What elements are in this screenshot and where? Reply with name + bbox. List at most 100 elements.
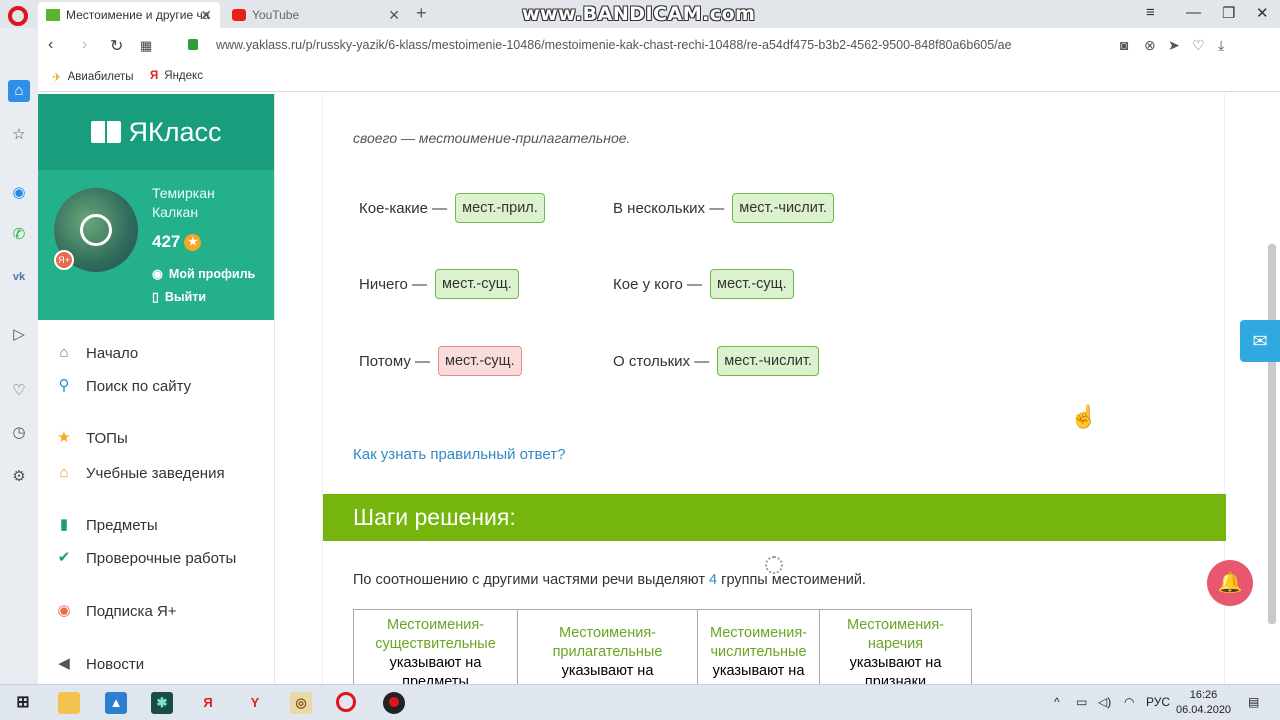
bookmark-aviabilety[interactable]: ✈ Авиабилеты	[52, 70, 134, 84]
home-icon[interactable]: ⌂	[8, 80, 30, 102]
answer-chip-correct[interactable]: мест.-прил.	[455, 193, 545, 223]
bookmark-label: Яндекс	[164, 70, 203, 82]
answer-chip-correct[interactable]: мест.-числит.	[732, 193, 834, 223]
network-icon[interactable]: ◠	[1124, 695, 1134, 709]
minimize-button[interactable]: —	[1186, 4, 1201, 21]
home-icon: ⌂	[59, 344, 69, 361]
book-logo-icon	[90, 121, 121, 143]
history-icon[interactable]: ◷	[8, 422, 30, 444]
menu-item-search[interactable]: ⚲ Поиск по сайту	[54, 376, 192, 396]
airplane-icon: ✈	[52, 72, 62, 84]
adblock-icon[interactable]: ⊗	[1144, 37, 1156, 54]
logout-link[interactable]: ▯ Выйти	[152, 289, 207, 305]
reload-icon[interactable]: ↻	[110, 36, 123, 56]
notification-center-icon[interactable]: ▤	[1248, 695, 1259, 709]
menu-label: Учебные заведения	[86, 464, 225, 482]
yaplus-icon: ◉	[57, 602, 71, 619]
favorites-icon[interactable]: ☆	[8, 124, 30, 146]
feedback-mail-button[interactable]: ✉	[1240, 320, 1280, 362]
star-icon: ★	[184, 233, 202, 251]
close-window-button[interactable]: ✕	[1256, 4, 1269, 22]
opera-taskbar-icon[interactable]	[336, 692, 356, 712]
camera-icon[interactable]: ◙	[1120, 37, 1128, 53]
time: 16:26	[1189, 689, 1218, 701]
url-field[interactable]: www.yaklass.ru/p/russky-yazik/6-klass/me…	[216, 38, 1012, 52]
close-tab-icon[interactable]: ✕	[200, 7, 212, 24]
app2-icon[interactable]: ◎	[290, 692, 312, 714]
app-icon[interactable]: ✱	[151, 692, 173, 714]
bookmark-heart-icon[interactable]: ♡	[1192, 37, 1205, 54]
check-circle-icon: ✔	[57, 549, 71, 566]
group-title: Местоимения-наречия	[846, 617, 945, 652]
send-icon[interactable]: ➤	[1168, 37, 1180, 54]
pair-word: Кое-какие —	[359, 199, 448, 217]
tab-yaklass[interactable]: Местоимение и другие ча ✕	[38, 2, 220, 28]
yandex-browser-icon[interactable]: Я	[197, 692, 219, 714]
answer-pair: О стольких — мест.-числит.	[613, 346, 819, 376]
maximize-button[interactable]: ❐	[1222, 4, 1235, 22]
steps-text: По соотношению с другими частями речи вы…	[353, 572, 866, 588]
book-icon: ▮	[59, 516, 69, 533]
file-explorer-icon[interactable]	[58, 692, 80, 714]
user-last-name: Калкан	[152, 204, 199, 220]
menu-label: Подписка Я+	[86, 602, 177, 620]
pair-word: Потому —	[359, 352, 430, 370]
star-icon: ★	[57, 429, 71, 446]
settings-gear-icon[interactable]: ⚙	[8, 466, 30, 488]
steps-text-after: группы местоимений.	[721, 572, 866, 588]
site-sidebar: ЯКласс Я+ Темиркан Калкан 427 ★ ◉ Мой пр…	[38, 94, 275, 684]
opera-logo-icon[interactable]	[8, 6, 28, 26]
tray-expand-icon[interactable]: ^	[1054, 695, 1060, 709]
back-icon[interactable]: ‹	[48, 36, 53, 54]
menu-item-tops[interactable]: ★ ТОПы	[54, 428, 127, 448]
pair-word: О стольких —	[613, 352, 710, 370]
volume-icon[interactable]: ◁)	[1098, 695, 1111, 709]
answer-chip-correct[interactable]: мест.-сущ.	[435, 269, 519, 299]
new-tab-button[interactable]: +	[416, 3, 427, 24]
logout-link-label: Выйти	[164, 289, 207, 304]
opera-sidebar: ⌂ ☆ ◉ ✆ vk ▷ ♡ ◷ ⚙	[0, 28, 38, 684]
how-to-know-link[interactable]: Как узнать правильный ответ?	[353, 446, 565, 463]
menu-label: Новости	[86, 655, 145, 673]
menu-item-home[interactable]: ⌂ Начало	[54, 343, 138, 363]
tab-youtube[interactable]: YouTube ✕	[224, 2, 408, 28]
group-title: Местоимения-прилагательные	[552, 625, 663, 660]
bookmark-yandex[interactable]: Я Яндекс	[150, 70, 203, 82]
language-indicator[interactable]: РУС	[1146, 695, 1170, 709]
tray-app-icon[interactable]: ▭	[1076, 695, 1087, 709]
page-scrollbar[interactable]	[1268, 244, 1276, 624]
download-icon[interactable]: ⤓	[1218, 37, 1224, 54]
heart-icon[interactable]: ♡	[8, 380, 30, 402]
user-panel: Я+ Темиркан Калкан 427 ★ ◉ Мой профиль ▯…	[38, 170, 274, 320]
profile-link[interactable]: ◉ Мой профиль	[152, 266, 255, 282]
menu-item-subjects[interactable]: ▮ Предметы	[54, 515, 158, 535]
photos-icon[interactable]: ▲	[105, 692, 127, 714]
messenger-icon[interactable]: ◉	[8, 182, 30, 204]
menu-item-subscription[interactable]: ◉ Подписка Я+	[54, 601, 177, 621]
answer-chip-correct[interactable]: мест.-числит.	[717, 346, 819, 376]
flow-icon[interactable]: ▷	[8, 324, 30, 346]
main-content: своего — местоимение-прилагательное. Кое…	[322, 94, 1226, 699]
whatsapp-icon[interactable]: ✆	[8, 224, 30, 246]
speed-dial-icon[interactable]: ▦	[140, 38, 152, 54]
answer-chip-correct[interactable]: мест.-сущ.	[709, 269, 794, 299]
windows-start-icon[interactable]: ⊞	[12, 692, 34, 714]
hand-cursor-icon: ☝	[1070, 404, 1098, 429]
close-tab-icon[interactable]: ✕	[388, 7, 400, 24]
menu-item-tests[interactable]: ✔ Проверочные работы	[54, 548, 237, 568]
notification-bell-button[interactable]: 🔔	[1207, 560, 1253, 606]
menu-item-news[interactable]: ◀ Новости	[54, 654, 144, 674]
answer-chip-wrong[interactable]: мест.-сущ.	[438, 346, 522, 376]
forward-icon[interactable]: ›	[82, 36, 87, 54]
taskbar-clock[interactable]: 16:26 06.04.2020	[1176, 688, 1231, 718]
vk-icon[interactable]: vk	[8, 266, 30, 288]
logout-icon: ▯	[152, 290, 159, 304]
group-desc: указывают на	[561, 663, 654, 679]
tab-menu-icon[interactable]: ≡	[1146, 4, 1155, 21]
yaklass-logo[interactable]: ЯКласс	[38, 94, 274, 170]
bandicam-record-icon[interactable]	[383, 692, 405, 714]
tab-bar: Местоимение и другие ча ✕ YouTube ✕ + ww…	[0, 0, 1280, 28]
menu-item-schools[interactable]: ⌂ Учебные заведения	[54, 463, 225, 483]
yandex-icon[interactable]: Y	[244, 692, 266, 714]
megaphone-icon: ◀	[58, 655, 70, 672]
